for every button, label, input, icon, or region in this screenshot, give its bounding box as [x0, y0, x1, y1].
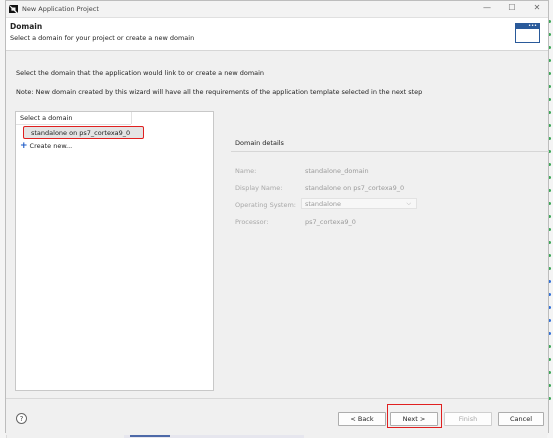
processor-label: Processor: — [235, 218, 269, 226]
wizard-header: Domain Select a domain for your project … — [6, 18, 548, 51]
operating-system-value: standalone — [305, 200, 342, 208]
page-description: Select a domain for your project or crea… — [10, 34, 195, 42]
domain-list-header: Select a domain — [16, 112, 131, 125]
finish-button[interactable]: Finish — [444, 412, 492, 426]
back-button[interactable]: < Back — [338, 412, 386, 426]
column-separator[interactable] — [131, 112, 132, 124]
maximize-button[interactable]: ☐ — [507, 3, 517, 12]
display-name-field[interactable]: standalone on ps7_cortexa9_0 — [305, 184, 404, 192]
page-title: Domain — [10, 22, 43, 31]
next-button-highlight — [387, 404, 442, 428]
note-text: Note: New domain created by this wizard … — [16, 88, 423, 96]
plus-icon: + — [20, 141, 28, 151]
window-graphic-icon: ••• — [515, 23, 540, 43]
amd-logo-icon — [9, 5, 18, 13]
title-bar: New Application Project — ☐ ✕ — [6, 1, 548, 18]
domain-list-panel: Select a domain standalone on ps7_cortex… — [15, 111, 214, 391]
close-button[interactable]: ✕ — [532, 3, 542, 12]
domain-details-title: Domain details — [235, 139, 284, 147]
domain-list-header-label: Select a domain — [20, 114, 73, 122]
operating-system-label: Operating System: — [235, 201, 296, 209]
divider — [231, 151, 549, 152]
intro-text: Select the domain that the application w… — [16, 69, 265, 77]
domain-item-label: standalone on ps7_cortexa9_0 — [31, 129, 131, 137]
name-label: Name: — [235, 167, 257, 175]
create-new-label: Create new... — [29, 142, 73, 150]
name-field[interactable]: standalone_domain — [305, 167, 369, 175]
cancel-button[interactable]: Cancel — [498, 412, 544, 426]
new-application-project-dialog: New Application Project — ☐ ✕ Domain Sel… — [5, 0, 549, 435]
chevron-down-icon: ⌵ — [406, 200, 411, 207]
domain-item-standalone[interactable]: standalone on ps7_cortexa9_0 — [23, 126, 144, 139]
wizard-footer: ? < Back Next > Finish Cancel — [6, 398, 548, 435]
operating-system-select[interactable]: standalone ⌵ — [301, 198, 417, 209]
display-name-label: Display Name: — [235, 184, 283, 192]
minimize-button[interactable]: — — [482, 3, 492, 12]
domain-details-panel: Domain details Name: standalone_domain D… — [221, 111, 549, 391]
help-icon[interactable]: ? — [16, 413, 27, 424]
processor-value: ps7_cortexa9_0 — [305, 218, 356, 226]
create-new-domain-link[interactable]: + Create new... — [20, 141, 73, 151]
window-title: New Application Project — [22, 5, 99, 13]
